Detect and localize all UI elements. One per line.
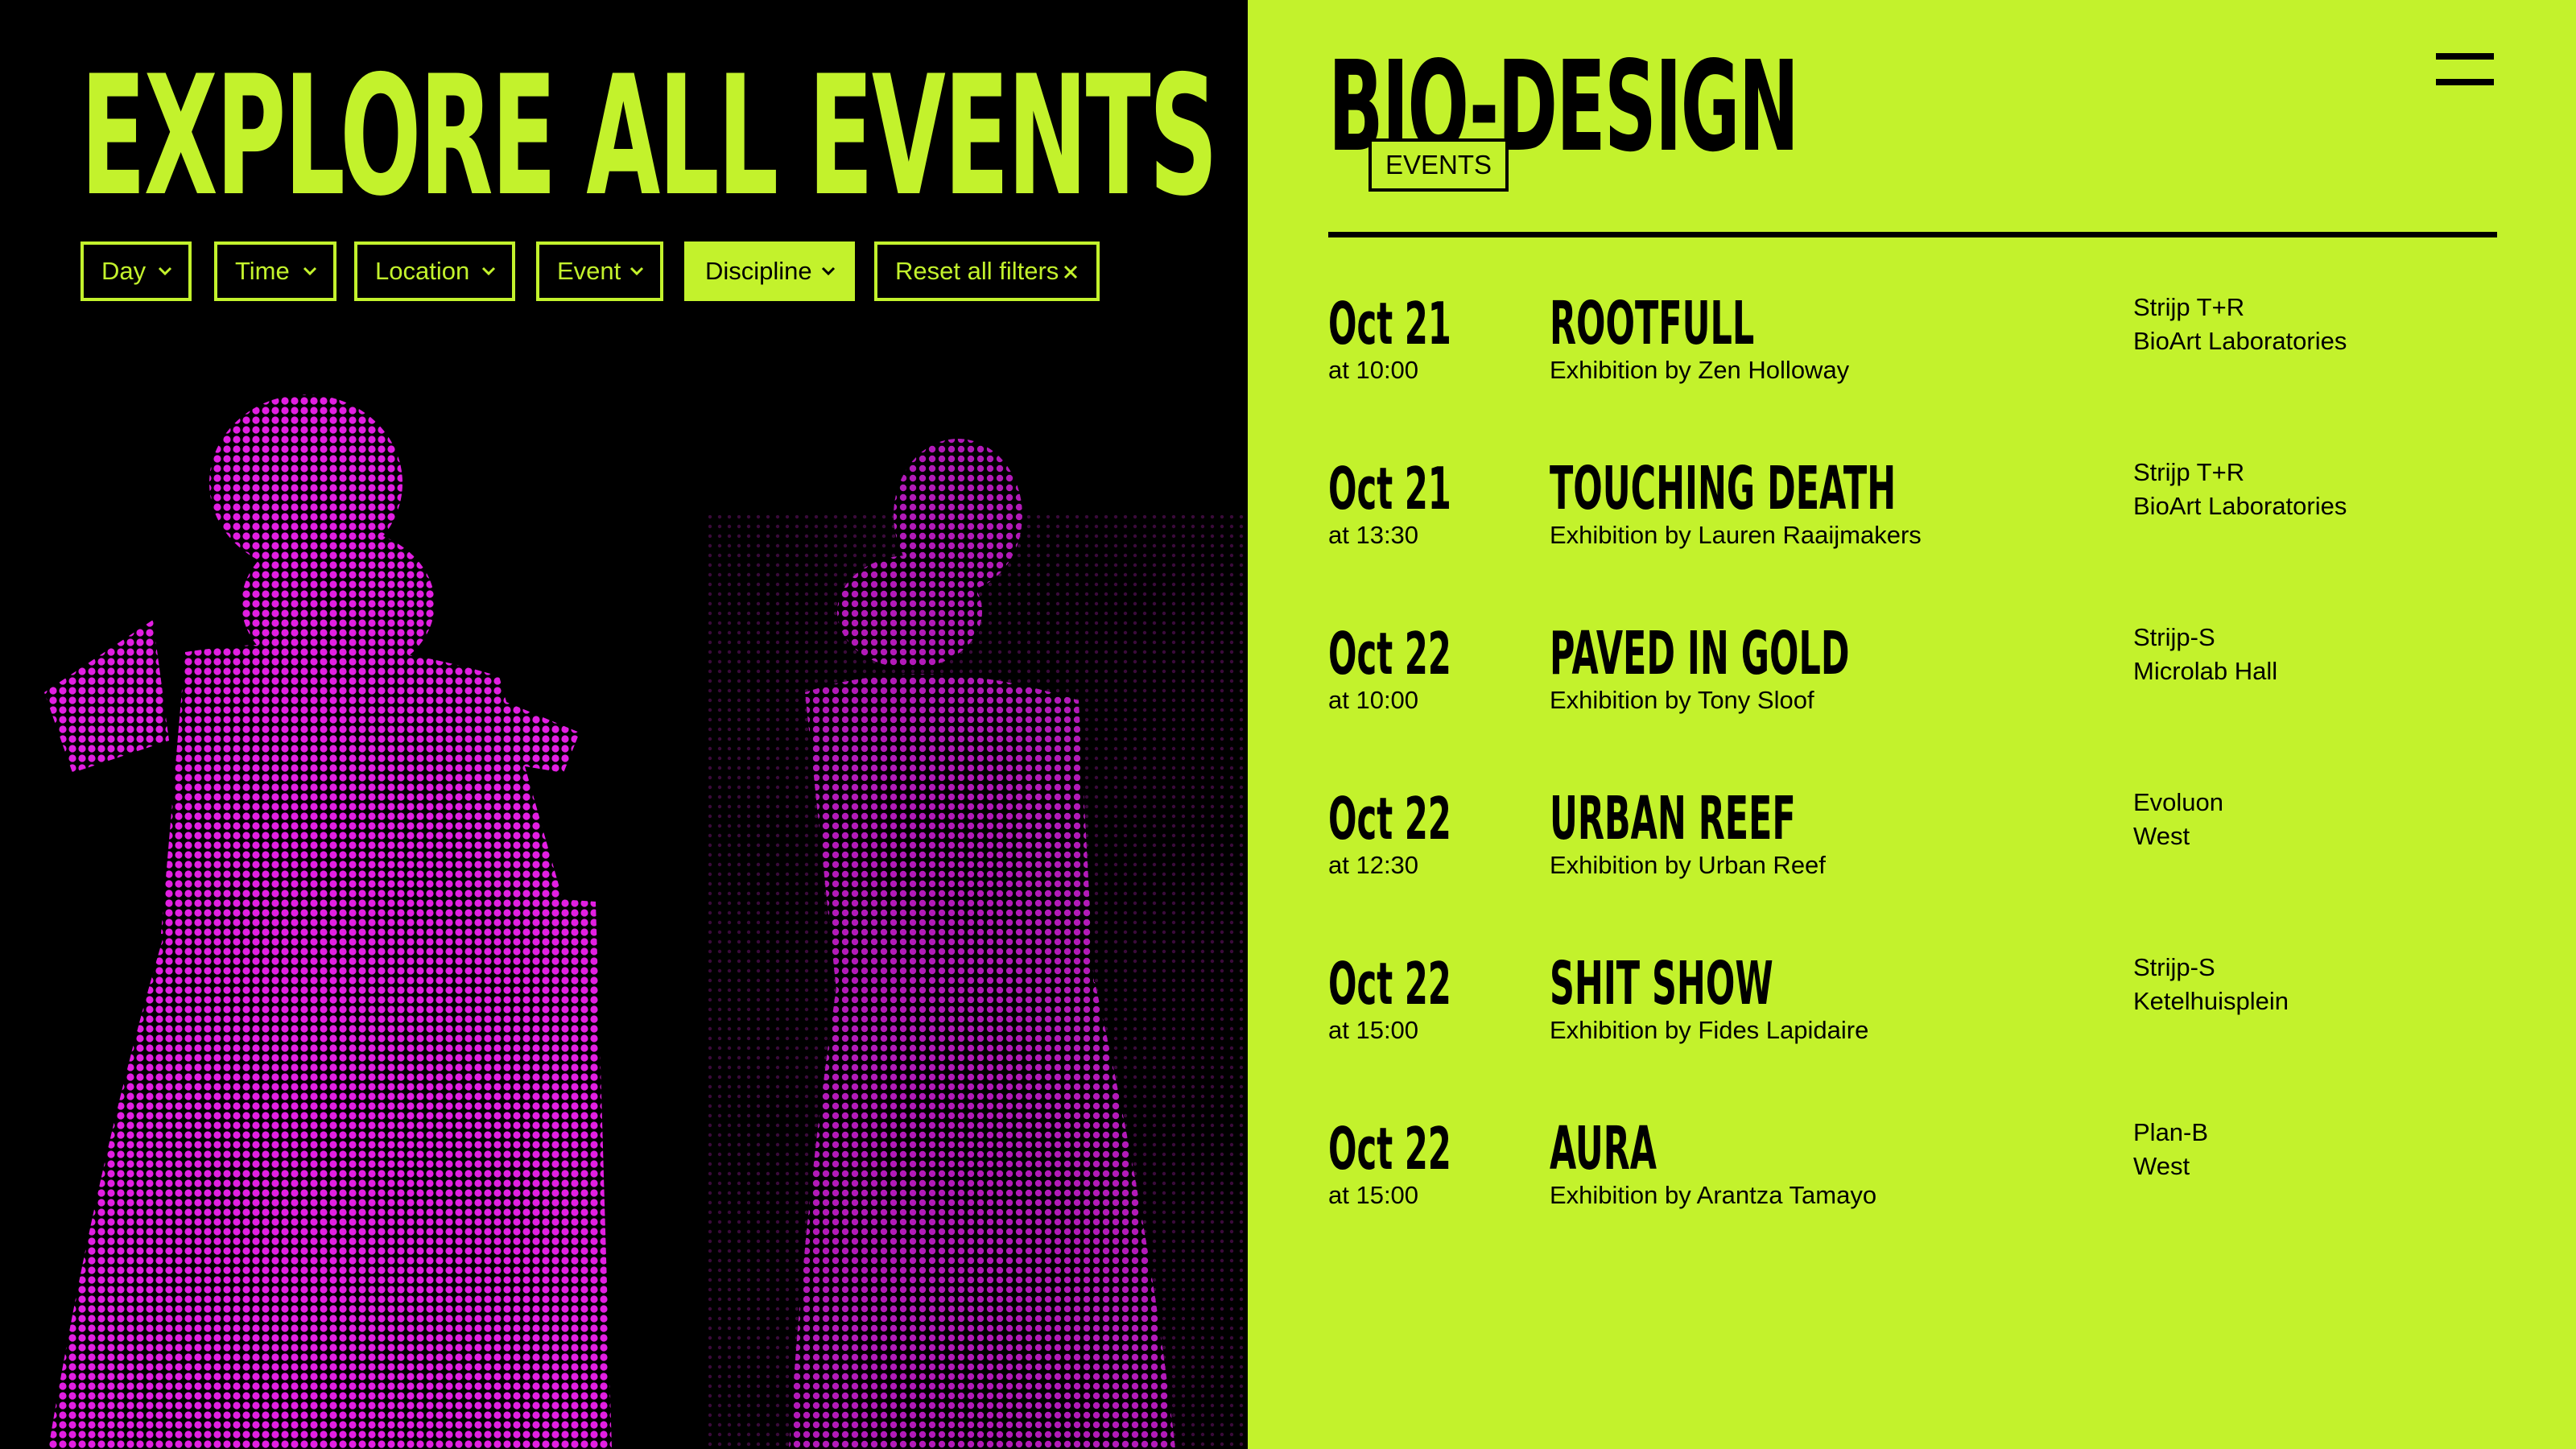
chevron-down-icon bbox=[630, 266, 644, 276]
event-venue: Ketelhuisplein bbox=[2133, 987, 2289, 1015]
reset-filters-label: Reset all filters bbox=[895, 257, 1059, 285]
event-title: AURA bbox=[1550, 1114, 1657, 1183]
page-title: EXPLORE ALL EVENTS bbox=[80, 41, 1248, 233]
event-title: TOUCHING DEATH bbox=[1550, 454, 1897, 523]
event-row[interactable]: Oct 22 at 12:30 URBAN REEF Exhibition by… bbox=[1328, 786, 2497, 923]
event-time: at 10:00 bbox=[1328, 686, 1419, 714]
event-time: at 10:00 bbox=[1328, 356, 1419, 384]
event-row[interactable]: Oct 21 at 13:30 TOUCHING DEATH Exhibitio… bbox=[1328, 456, 2497, 593]
event-venue: BioArt Laboratories bbox=[2133, 327, 2347, 355]
filter-day[interactable]: Day bbox=[80, 242, 192, 301]
event-date: Oct 22 bbox=[1328, 620, 1451, 687]
page-title-text: EXPLORE ALL EVENTS bbox=[80, 41, 1218, 233]
event-subtitle: Exhibition by Urban Reef bbox=[1550, 851, 1826, 879]
event-row[interactable]: Oct 22 at 10:00 PAVED IN GOLD Exhibition… bbox=[1328, 621, 2497, 758]
filter-location-label: Location bbox=[375, 257, 470, 285]
event-date: Oct 22 bbox=[1328, 785, 1451, 852]
event-subtitle: Exhibition by Fides Lapidaire bbox=[1550, 1016, 1869, 1044]
event-subtitle: Exhibition by Tony Sloof bbox=[1550, 686, 1814, 714]
brand-tag: EVENTS bbox=[1368, 138, 1509, 192]
event-date: Oct 21 bbox=[1328, 290, 1451, 357]
event-location: Strijp T+R bbox=[2133, 458, 2245, 486]
event-row[interactable]: Oct 22 at 15:00 AURA Exhibition by Arant… bbox=[1328, 1117, 2497, 1253]
chevron-down-icon bbox=[481, 266, 496, 276]
filter-time-label: Time bbox=[235, 257, 290, 285]
chevron-down-icon bbox=[303, 266, 317, 276]
event-time: at 12:30 bbox=[1328, 851, 1419, 879]
event-title: PAVED IN GOLD bbox=[1550, 619, 1850, 688]
event-date: Oct 22 bbox=[1328, 950, 1451, 1018]
event-subtitle: Exhibition by Zen Holloway bbox=[1550, 356, 1850, 384]
event-venue: West bbox=[2133, 822, 2190, 850]
event-title: URBAN REEF bbox=[1550, 784, 1796, 853]
event-time: at 15:00 bbox=[1328, 1016, 1419, 1044]
menu-line bbox=[2436, 53, 2494, 60]
filter-time[interactable]: Time bbox=[214, 242, 336, 301]
filter-event[interactable]: Event bbox=[536, 242, 663, 301]
chevron-down-icon bbox=[158, 266, 172, 276]
filter-discipline[interactable]: Discipline bbox=[684, 242, 855, 301]
filter-day-label: Day bbox=[101, 257, 147, 285]
event-venue: West bbox=[2133, 1152, 2190, 1180]
event-title: SHIT SHOW bbox=[1550, 949, 1773, 1018]
chevron-down-icon bbox=[821, 266, 836, 276]
event-date: Oct 22 bbox=[1328, 1115, 1451, 1183]
divider bbox=[1328, 232, 2497, 237]
close-icon bbox=[1063, 265, 1078, 279]
event-location: Strijp-S bbox=[2133, 953, 2215, 981]
event-time: at 15:00 bbox=[1328, 1181, 1419, 1209]
event-title: ROOTFULL bbox=[1550, 289, 1755, 358]
filter-event-label: Event bbox=[557, 257, 621, 285]
filter-location[interactable]: Location bbox=[354, 242, 515, 301]
event-location: Plan-B bbox=[2133, 1118, 2209, 1146]
event-subtitle: Exhibition by Lauren Raaijmakers bbox=[1550, 521, 1922, 549]
hamburger-menu-icon[interactable] bbox=[2433, 50, 2497, 89]
reset-filters-button[interactable]: Reset all filters bbox=[874, 242, 1100, 301]
event-time: at 13:30 bbox=[1328, 521, 1419, 549]
event-location: Strijp-S bbox=[2133, 623, 2215, 651]
event-location: Evoluon bbox=[2133, 788, 2224, 816]
hero-photo bbox=[0, 386, 1248, 1449]
event-venue: BioArt Laboratories bbox=[2133, 492, 2347, 520]
event-date: Oct 21 bbox=[1328, 455, 1451, 522]
menu-line bbox=[2436, 79, 2494, 85]
filter-discipline-label: Discipline bbox=[705, 257, 812, 285]
event-row[interactable]: Oct 22 at 15:00 SHIT SHOW Exhibition by … bbox=[1328, 952, 2497, 1088]
event-subtitle: Exhibition by Arantza Tamayo bbox=[1550, 1181, 1877, 1209]
event-row[interactable]: Oct 21 at 10:00 ROOTFULL Exhibition by Z… bbox=[1328, 291, 2497, 428]
left-panel: EXPLORE ALL EVENTS Day Time Location Eve… bbox=[0, 0, 1248, 1449]
event-venue: Microlab Hall bbox=[2133, 657, 2278, 685]
event-location: Strijp T+R bbox=[2133, 293, 2245, 321]
